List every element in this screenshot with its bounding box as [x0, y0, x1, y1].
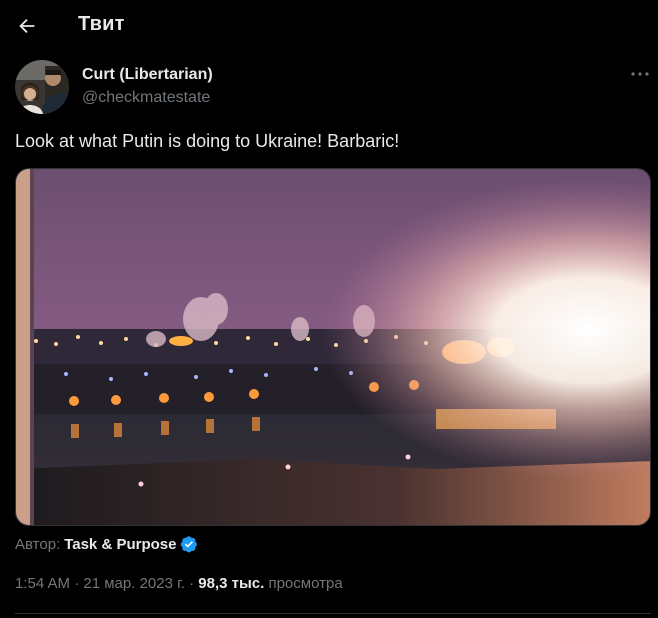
tweet-time[interactable]: 1:54 AM	[15, 575, 70, 592]
view-count-label: просмотра	[268, 575, 343, 592]
tweet-text: Look at what Putin is doing to Ukraine! …	[15, 131, 400, 151]
divider	[15, 613, 651, 614]
more-horizontal-icon	[631, 72, 649, 76]
arrow-left-icon	[19, 18, 35, 34]
view-count: 98,3 тыс.	[198, 575, 265, 592]
verified-badge-icon	[181, 536, 198, 553]
meta-separator: ·	[189, 575, 195, 592]
avatar-image	[15, 60, 69, 114]
source-name-link[interactable]: Task & Purpose	[64, 536, 176, 553]
avatar[interactable]	[15, 60, 69, 114]
author-handle[interactable]: @checkmatestate	[82, 89, 210, 107]
top-bar: Твит	[0, 0, 658, 52]
source-attribution: Автор: Task & Purpose	[15, 535, 198, 553]
tweet-media[interactable]	[15, 168, 651, 526]
meta-separator: ·	[74, 575, 80, 592]
night-explosion-photo	[16, 169, 650, 525]
tweet-meta: 1:54 AM · 21 мар. 2023 г. · 98,3 тыс. пр…	[15, 575, 343, 592]
source-label: Автор:	[15, 535, 61, 553]
author-name[interactable]: Curt (Libertarian)	[82, 66, 213, 84]
more-options-button[interactable]	[626, 64, 654, 84]
tweet-date[interactable]: 21 мар. 2023 г.	[83, 575, 185, 592]
back-button[interactable]	[8, 7, 46, 45]
page-title: Твит	[78, 13, 125, 35]
